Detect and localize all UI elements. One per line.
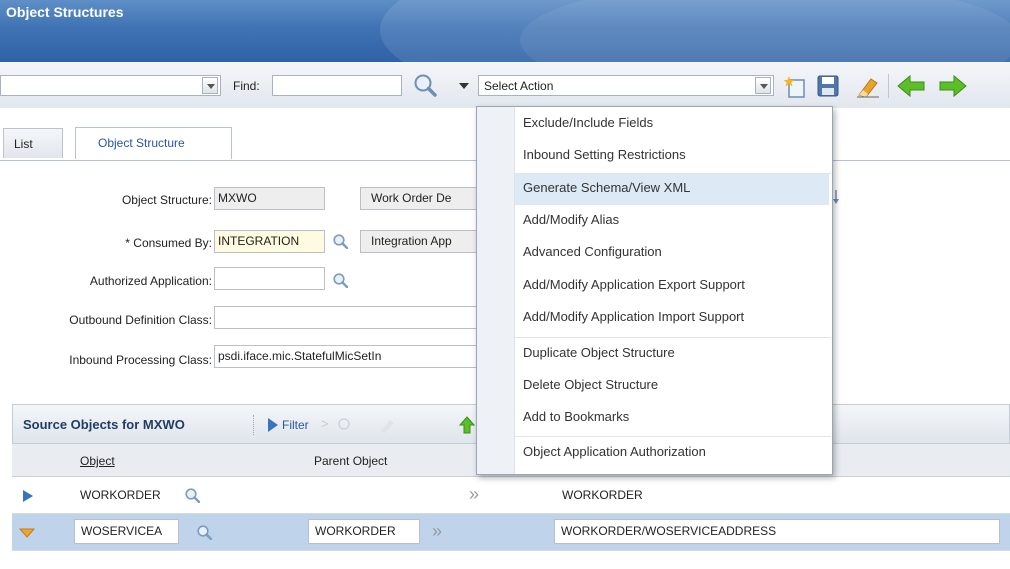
find-label: Find: xyxy=(233,79,260,93)
menu-item-label: Exclude/Include Fields xyxy=(523,115,654,130)
menu-item-exclude-include-fields[interactable]: Exclude/Include Fields xyxy=(515,109,829,140)
filter-icon[interactable] xyxy=(267,417,279,433)
inbound-processing-class-field[interactable]: psdi.iface.mic.StatefulMicSetIn xyxy=(214,345,478,368)
tab-object-structure-label: Object Structure xyxy=(98,136,185,150)
toolbar-separator xyxy=(888,74,889,98)
title-bar: Object Structures xyxy=(0,0,1010,62)
next-record-icon[interactable] xyxy=(938,74,968,98)
consumed-by-lookup-icon[interactable] xyxy=(332,233,348,249)
table-row[interactable]: WOSERVICEA WORKORDER » WORKORDER/WOSERVI… xyxy=(12,514,1010,551)
row-path-value: WORKORDER/WOSERVICEADDRESS xyxy=(561,524,777,538)
row-path-field[interactable]: WORKORDER/WOSERVICEADDRESS xyxy=(554,519,1000,544)
object-lookup-icon[interactable] xyxy=(184,487,200,503)
save-icon[interactable] xyxy=(816,74,840,98)
row-parent-value: WORKORDER xyxy=(315,524,396,538)
menu-item-label: Duplicate Object Structure xyxy=(523,345,675,360)
menu-item-label: Add/Modify Alias xyxy=(523,212,620,227)
long-description-arrow-icon[interactable] xyxy=(832,189,840,205)
column-header-object[interactable]: Object xyxy=(80,454,115,468)
move-up-icon[interactable] xyxy=(459,416,475,434)
consumed-by-value: INTEGRATION xyxy=(218,234,300,248)
menu-item-label: Inbound Setting Restrictions xyxy=(523,147,686,162)
menu-item-label: Advanced Configuration xyxy=(523,244,662,259)
toolbar: Find: Select Action xyxy=(0,62,1010,109)
menu-item-label: Object Application Authorization xyxy=(523,444,706,459)
menu-separator xyxy=(515,337,831,338)
select-action-arrow-icon[interactable] xyxy=(755,77,771,94)
edit-disabled-icon xyxy=(381,420,394,433)
expand-row-icon[interactable] xyxy=(22,489,34,503)
consumed-by-description-field[interactable]: Integration App xyxy=(360,230,478,253)
menu-item-label: Generate Schema/View XML xyxy=(523,180,691,195)
consumed-by-description: Integration App xyxy=(371,234,452,248)
authorized-application-label: Authorized Application: xyxy=(89,274,212,288)
row-object-field[interactable]: WOSERVICEA xyxy=(74,519,179,544)
consumed-by-field[interactable]: INTEGRATION xyxy=(214,230,325,253)
menu-item-label: Add/Modify Application Export Support xyxy=(523,277,745,292)
tab-object-structure[interactable]: Object Structure xyxy=(75,127,232,159)
menu-item-duplicate-object-structure[interactable]: Duplicate Object Structure xyxy=(515,339,829,370)
path-navigate-icon[interactable]: » xyxy=(469,484,479,505)
row-object-value: WORKORDER xyxy=(80,488,161,502)
collapse-row-icon[interactable] xyxy=(19,528,35,538)
menu-item-delete-object-structure[interactable]: Delete Object Structure xyxy=(515,371,829,402)
app-title: Object Structures xyxy=(6,4,124,20)
tab-list-label: List xyxy=(14,137,33,151)
row-object-value: WOSERVICEA xyxy=(81,524,163,538)
object-structure-value: MXWO xyxy=(218,191,257,205)
object-structure-description-field[interactable]: Work Order De xyxy=(360,187,478,210)
authorized-application-field[interactable] xyxy=(214,267,325,290)
download-disabled-icon xyxy=(338,418,350,430)
select-action-dropdown[interactable]: Select Action xyxy=(478,75,774,96)
object-lookup-icon[interactable] xyxy=(196,524,212,540)
inbound-processing-class-value: psdi.iface.mic.StatefulMicSetIn xyxy=(218,349,382,363)
filter-link[interactable]: Filter xyxy=(282,418,309,432)
authorized-application-lookup-icon[interactable] xyxy=(332,272,348,288)
select-action-menu: Exclude/Include Fields Inbound Setting R… xyxy=(476,106,833,475)
table-row[interactable]: WORKORDER » WORKORDER xyxy=(12,477,1010,514)
menu-item-label: Add/Modify Application Import Support xyxy=(523,309,745,324)
consumed-by-label: * Consumed By: xyxy=(125,236,212,250)
row-path-value: WORKORDER xyxy=(562,488,643,502)
title-bar-sheen-2 xyxy=(520,0,1010,62)
query-select[interactable] xyxy=(0,75,221,96)
clear-changes-icon[interactable] xyxy=(855,73,881,99)
tab-list[interactable]: List xyxy=(3,128,63,158)
menu-item-advanced-configuration[interactable]: Advanced Configuration xyxy=(515,238,829,269)
new-record-icon[interactable] xyxy=(783,73,809,99)
search-icon[interactable] xyxy=(412,72,438,98)
outbound-definition-class-field[interactable] xyxy=(214,306,478,329)
menu-item-add-modify-import-support[interactable]: Add/Modify Application Import Support xyxy=(515,303,829,334)
find-input[interactable] xyxy=(272,75,402,96)
object-structure-field[interactable]: MXWO xyxy=(214,187,325,210)
menu-item-label: Delete Object Structure xyxy=(523,377,659,392)
column-header-parent-object: Parent Object xyxy=(314,454,388,468)
object-structure-description: Work Order De xyxy=(371,191,452,205)
menu-item-inbound-setting-restrictions[interactable]: Inbound Setting Restrictions xyxy=(515,141,829,172)
object-structure-label: Object Structure: xyxy=(121,193,212,207)
menu-item-add-to-bookmarks[interactable]: Add to Bookmarks xyxy=(515,403,829,434)
path-navigate-icon[interactable]: » xyxy=(432,521,442,542)
row-parent-field[interactable]: WORKORDER xyxy=(308,519,420,544)
menu-item-object-application-authorization[interactable]: Object Application Authorization xyxy=(515,438,829,469)
inbound-processing-class-label: Inbound Processing Class: xyxy=(69,353,212,367)
menu-item-label: Add to Bookmarks xyxy=(523,409,630,424)
outbound-definition-class-label: Outbound Definition Class: xyxy=(69,313,212,327)
header-divider xyxy=(253,415,255,435)
next-disabled-icon: > xyxy=(321,416,329,431)
previous-record-icon[interactable] xyxy=(896,74,926,98)
select-action-value: Select Action xyxy=(484,79,554,93)
menu-icon-gutter xyxy=(477,107,515,474)
menu-item-add-modify-export-support[interactable]: Add/Modify Application Export Support xyxy=(515,271,829,302)
menu-separator xyxy=(515,436,831,437)
query-dropdown-icon[interactable] xyxy=(202,77,218,94)
menu-item-generate-schema-view-xml[interactable]: Generate Schema/View XML xyxy=(515,174,829,205)
source-objects-table-title: Source Objects for MXWO xyxy=(23,417,185,432)
menu-item-add-modify-alias[interactable]: Add/Modify Alias xyxy=(515,206,829,237)
search-options-arrow-icon[interactable] xyxy=(458,82,470,90)
